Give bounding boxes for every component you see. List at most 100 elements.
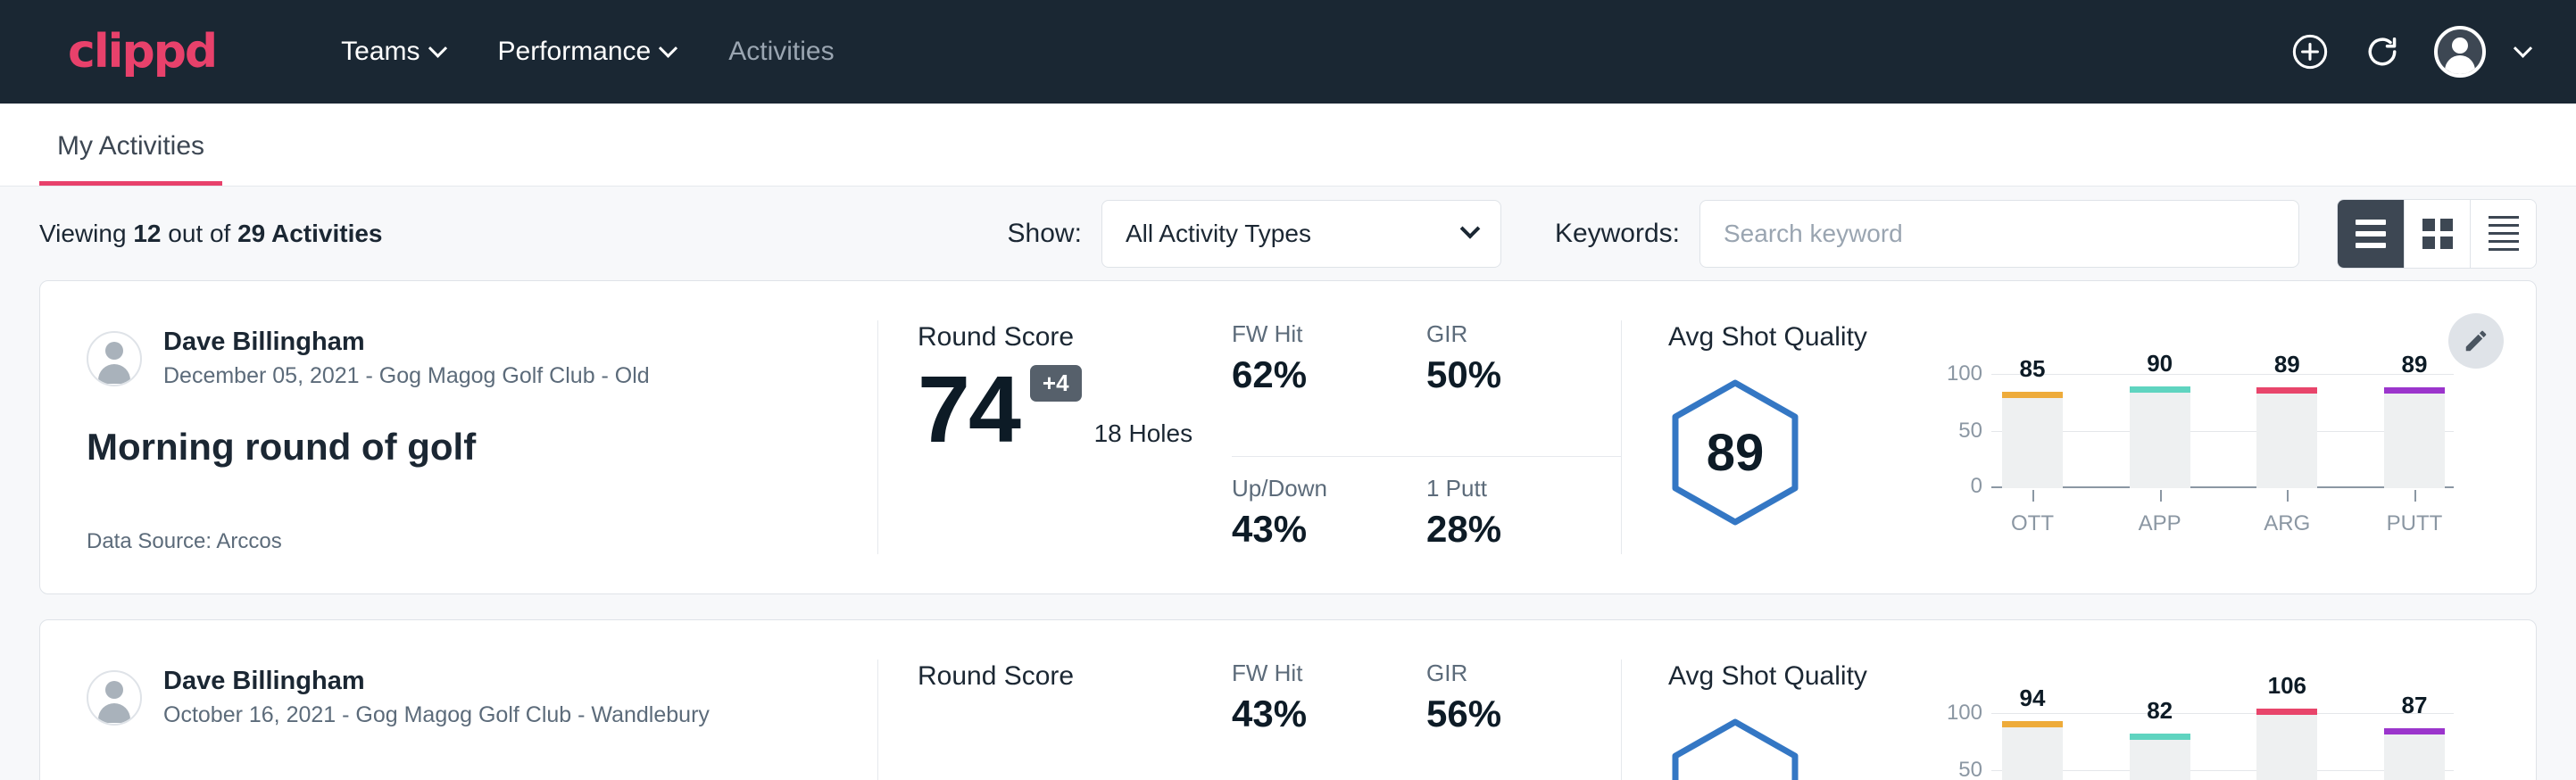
grid-view-icon — [2422, 219, 2453, 249]
bar-rect — [2002, 721, 2063, 780]
avg-shot-quality-label: Avg Shot Quality — [1668, 322, 1936, 353]
activity-title: Morning round of golf — [87, 426, 877, 469]
y-tick-label: 100 — [1947, 361, 1982, 386]
bar-cap — [2002, 392, 2063, 398]
view-mode-compact-button[interactable] — [2470, 200, 2536, 268]
round-score-column: Round Score 74 +4 18 Holes — [878, 281, 1232, 593]
activity-info-column: Dave Billingham October 16, 2021 - Gog M… — [40, 620, 877, 780]
stat-value: 62% — [1232, 353, 1400, 396]
round-stats-column: FW Hit 43% GIR 56% — [1232, 620, 1621, 780]
avg-shot-quality-column: Avg Shot Quality 89 100 — [1622, 281, 2536, 593]
quality-hexagon-wrap: 89 — [1668, 378, 1936, 527]
bar-app: 90 — [2130, 354, 2190, 488]
activity-card[interactable]: Dave Billingham December 05, 2021 - Gog … — [39, 280, 2537, 594]
activity-author: Dave Billingham October 16, 2021 - Gog M… — [87, 665, 877, 731]
shot-quality-bar-chart: 100 50 0 85 90 — [1936, 322, 2489, 593]
holes-played: 18 Holes — [1094, 419, 1193, 448]
stat-label: FW Hit — [1232, 660, 1400, 687]
stat-value: 28% — [1426, 508, 1594, 551]
hexagon-icon — [1668, 717, 1802, 780]
x-tick-label: OTT — [2002, 490, 2063, 536]
activity-meta: October 16, 2021 - Gog Magog Golf Club -… — [163, 701, 710, 731]
tab-label: My Activities — [57, 131, 204, 161]
stat-value: 50% — [1426, 353, 1594, 396]
y-tick-label: 50 — [1958, 419, 1982, 444]
nav-actions — [2289, 26, 2530, 78]
bar-value-label: 89 — [2402, 351, 2428, 378]
x-tick-label: PUTT — [2384, 490, 2445, 536]
x-tick-label: APP — [2130, 490, 2190, 536]
nav-item-label: Teams — [341, 37, 420, 67]
nav-item-label: Performance — [498, 37, 652, 67]
score-to-par-badge: +4 — [1030, 365, 1082, 402]
search-input[interactable]: Search keyword — [1699, 200, 2299, 268]
chart-y-axis: 100 50 0 — [1936, 693, 1991, 780]
author-name: Dave Billingham — [163, 665, 710, 697]
account-menu-button[interactable] — [2434, 26, 2530, 78]
refresh-icon[interactable] — [2363, 32, 2402, 71]
quality-hexagon-wrap — [1668, 717, 1936, 780]
chevron-down-icon — [2514, 38, 2532, 57]
nav-item-activities[interactable]: Activities — [702, 24, 860, 79]
x-tick-label: ARG — [2256, 490, 2317, 536]
activities-toolbar: Viewing 12 out of 29 Activities Show: Al… — [0, 187, 2576, 280]
bar-cap — [2256, 709, 2317, 715]
round-stats-column: FW Hit 62% GIR 50% Up/Down 43% 1 Putt 28… — [1232, 281, 1621, 593]
activity-data-source: Data Source: Arccos — [87, 529, 282, 554]
stat-label: 1 Putt — [1426, 475, 1594, 502]
avg-shot-quality-column: Avg Shot Quality 100 — [1622, 620, 2536, 780]
view-mode-list-button[interactable] — [2338, 200, 2404, 268]
bar-rect — [2130, 734, 2190, 780]
bar-value-label: 85 — [2020, 355, 2046, 383]
tab-bar: My Activities — [0, 104, 2576, 187]
bar-value-label: 89 — [2274, 351, 2300, 378]
top-navigation-bar: clippd Teams Performance Activities — [0, 0, 2576, 104]
author-name: Dave Billingham — [163, 326, 650, 358]
y-tick-label: 0 — [1971, 474, 1982, 499]
viewing-total: 29 — [237, 220, 265, 247]
avg-shot-quality-label: Avg Shot Quality — [1668, 661, 1936, 692]
bar-arg: 89 — [2256, 354, 2317, 488]
nav-item-performance[interactable]: Performance — [471, 24, 702, 79]
stat-gir: GIR 56% — [1426, 660, 1621, 780]
bar-putt: 87 — [2384, 693, 2445, 780]
stat-label: GIR — [1426, 320, 1594, 348]
list-view-icon — [2356, 220, 2386, 248]
chevron-down-icon — [659, 38, 677, 57]
primary-nav: Teams Performance Activities — [314, 24, 860, 79]
stat-fw-hit: FW Hit 43% — [1232, 660, 1426, 780]
round-score-column: Round Score — [878, 620, 1232, 780]
bar-cap — [2384, 387, 2445, 394]
bar-arg: 106 — [2256, 693, 2317, 780]
tab-my-activities[interactable]: My Activities — [39, 131, 222, 186]
account-avatar-icon — [2434, 26, 2486, 78]
stat-value: 56% — [1426, 693, 1594, 735]
app-logo[interactable]: clippd — [68, 25, 216, 79]
shot-quality-bar-chart: 100 50 0 94 82 — [1936, 661, 2489, 780]
viewing-count: 12 — [133, 220, 161, 247]
bar-rect — [2256, 387, 2317, 488]
quality-hexagon — [1668, 717, 1802, 780]
bar-value-label: 90 — [2147, 350, 2173, 378]
activity-card[interactable]: Dave Billingham October 16, 2021 - Gog M… — [39, 619, 2537, 780]
plus-circle-icon[interactable] — [2289, 31, 2331, 72]
quality-summary: Avg Shot Quality 89 — [1668, 322, 1936, 593]
viewing-suffix: Activities — [265, 220, 382, 247]
activity-type-value: All Activity Types — [1126, 220, 1311, 248]
bar-cap — [2384, 728, 2445, 734]
bar-rect — [2002, 392, 2063, 488]
keywords-label: Keywords: — [1555, 219, 1680, 249]
viewing-mid: out of — [161, 220, 237, 247]
viewing-prefix: Viewing — [39, 220, 133, 247]
quality-summary: Avg Shot Quality — [1668, 661, 1936, 780]
quality-score-value: 89 — [1707, 423, 1765, 483]
activity-type-select[interactable]: All Activity Types — [1101, 200, 1501, 268]
stat-value: 43% — [1232, 508, 1400, 551]
round-score-row: 74 +4 18 Holes — [918, 365, 1232, 455]
chart-x-axis: OTT APP ARG PUTT — [2002, 490, 2445, 536]
bar-cap — [2256, 387, 2317, 394]
edit-activity-button[interactable] — [2448, 313, 2504, 369]
nav-item-teams[interactable]: Teams — [314, 24, 470, 79]
view-mode-grid-button[interactable] — [2404, 200, 2470, 268]
bar-cap — [2130, 734, 2190, 740]
